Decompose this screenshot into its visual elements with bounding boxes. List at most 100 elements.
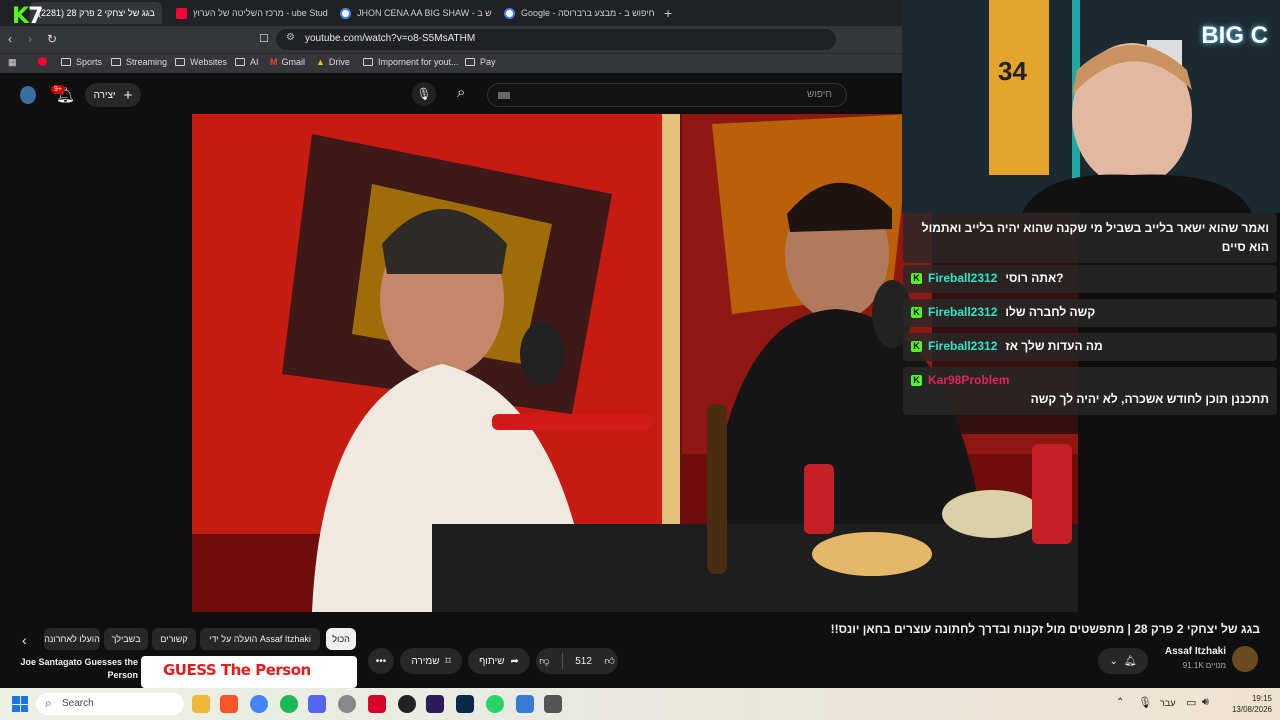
bookmark-ai[interactable]: AI — [235, 57, 259, 67]
like-icon[interactable]: 👍︎ — [604, 655, 614, 667]
windows-start-icon[interactable] — [12, 696, 28, 712]
chat-message: K Fireball2312 קשה לחברה שלו — [903, 299, 1277, 327]
settings-gear-icon[interactable] — [338, 695, 356, 713]
create-button[interactable]: יצירה + — [85, 83, 141, 107]
opera-icon[interactable] — [368, 695, 386, 713]
spotify-icon[interactable] — [280, 695, 298, 713]
google-icon — [504, 7, 515, 19]
premiere-icon[interactable] — [426, 695, 444, 713]
tab-title: Google - חיפוש ב - מבצע ברברוסה — [521, 8, 655, 18]
whatsapp-icon[interactable] — [486, 695, 504, 713]
chat-message: ואמר שהוא ישאר בלייב בשביל מי שקנה שהוא … — [903, 213, 1277, 263]
chat-username[interactable]: Kar98Problem — [928, 371, 1009, 390]
bookmark-pay[interactable]: Pay — [465, 57, 496, 67]
browser-tab[interactable]: Google - חיפוש ב - מבצע ברברוסה — [496, 2, 656, 24]
chat-text: אתה רוסי? — [1005, 271, 1064, 285]
more-actions-button[interactable]: ••• — [368, 648, 394, 674]
chip-all[interactable]: הכול — [326, 628, 356, 650]
kick-badge-icon: K — [911, 307, 922, 318]
microphone-icon[interactable]: 🎙︎ — [1138, 696, 1152, 709]
gmail-icon: M — [270, 57, 278, 67]
chevron-down-icon: ⌄ — [1109, 655, 1118, 667]
calculator-icon[interactable] — [544, 695, 562, 713]
chips-prev-icon[interactable]: ‹ — [22, 632, 27, 648]
notepad-icon[interactable] — [516, 695, 534, 713]
browser-tab-bar: (2281) בגג של יצחקי 2 פרק 28 ✕ מרכז השלי… — [0, 0, 902, 26]
bookmark-sports[interactable]: Sports — [61, 57, 102, 67]
notification-count-badge: 9+ — [51, 85, 65, 94]
chip-for-you[interactable]: בשבילך — [104, 628, 148, 650]
clock-time: 19:15 — [1251, 694, 1272, 703]
network-icon[interactable]: ▭ — [1186, 696, 1196, 709]
bookmark-label: AI — [250, 57, 259, 67]
clock[interactable]: 19:15 13/08/2026 — [1220, 693, 1272, 715]
search-icon[interactable]: ⌕ — [457, 84, 465, 101]
back-icon[interactable]: ‹ — [8, 32, 12, 46]
tab-title: JHON CENA AA BIG SHAW - חיפוש ב — [357, 8, 492, 18]
forward-icon[interactable]: › — [28, 32, 32, 46]
drive-icon: ▲ — [316, 57, 325, 67]
bookmark-drive[interactable]: ▲ Drive — [316, 57, 350, 67]
save-button[interactable]: שמירה ⌑ — [400, 648, 462, 674]
share-button[interactable]: שיתוף ➦ — [468, 648, 530, 674]
youtube-bookmark-icon[interactable] — [38, 57, 47, 66]
share-icon: ➦ — [510, 655, 519, 667]
reload-icon[interactable]: ↻ — [47, 32, 57, 46]
browser-tab[interactable]: מרכז השליטה של הערוץ - ube Studio — [168, 2, 328, 24]
taskbar-search-input[interactable]: ⌕ Search — [36, 693, 184, 715]
dislike-icon[interactable]: 👎︎ — [539, 655, 549, 667]
browser-tab[interactable]: JHON CENA AA BIG SHAW - חיפוש ב — [332, 2, 492, 24]
channel-name[interactable]: Assaf Itzhaki — [1150, 646, 1226, 657]
chrome-icon[interactable] — [250, 695, 268, 713]
bookmark-streaming[interactable]: Streaming — [111, 57, 167, 67]
chip-recent[interactable]: הועלו לאחרונה — [44, 628, 100, 650]
obs-icon[interactable] — [398, 695, 416, 713]
save-label: שמירה — [411, 655, 440, 667]
channel-avatar[interactable] — [1232, 646, 1258, 672]
discord-icon[interactable] — [308, 695, 326, 713]
url-field[interactable]: ⚙ youtube.com/watch?v=o8-S5MsATHM — [276, 29, 836, 50]
kick-badge-icon: K — [911, 375, 922, 386]
subscribe-notify-button[interactable]: ⌄ 🔔︎ — [1098, 648, 1148, 674]
photoshop-icon[interactable] — [456, 695, 474, 713]
apps-grid-icon[interactable]: ▦ — [8, 57, 17, 68]
bookmark-impornent[interactable]: Impornent for yout... — [363, 57, 459, 67]
chat-username[interactable]: Fireball2312 — [928, 303, 997, 322]
bookmark-gmail[interactable]: M Gmail — [270, 57, 305, 67]
folder-icon — [111, 58, 121, 66]
chevron-up-icon[interactable]: ⌃ — [1116, 697, 1124, 708]
chat-username[interactable]: Fireball2312 — [928, 337, 997, 356]
brave-browser-icon[interactable] — [220, 695, 238, 713]
file-explorer-icon[interactable] — [192, 695, 210, 713]
chat-username[interactable]: Fireball2312 — [928, 269, 997, 288]
chat-line: K Fireball2312 מה העדות שלך אז — [911, 337, 1269, 356]
new-tab-button[interactable]: + — [664, 5, 672, 21]
clock-date: 13/08/2026 — [1231, 705, 1272, 714]
chip-related[interactable]: קשורים — [152, 628, 196, 650]
tab-title: (2281) בגג של יצחקי 2 פרק 28 — [38, 8, 155, 18]
tab-title: מרכז השליטה של הערוץ - ube Studio — [193, 8, 328, 18]
side-video-thumbnail[interactable]: GUESS The Person — [141, 656, 357, 688]
bookmark-label: Pay — [480, 57, 496, 67]
language-indicator[interactable]: עבר — [1160, 698, 1175, 708]
bookmark-websites[interactable]: Websites — [175, 57, 227, 67]
chip-uploaded-by[interactable]: הועלה על ידי Assaf Itzhaki — [200, 628, 320, 650]
bookmark-label: Drive — [328, 57, 350, 67]
folder-icon — [465, 58, 475, 66]
search-input[interactable]: חיפוש — [487, 83, 847, 107]
taskbar-search-placeholder: Search — [62, 698, 94, 709]
google-icon — [340, 7, 351, 19]
volume-icon[interactable]: 🔊︎ — [1202, 696, 1209, 709]
create-label: יצירה — [93, 89, 116, 101]
like-dislike-group: 👎︎ 512 👍︎ — [536, 648, 618, 674]
side-video-title[interactable]: Joe Santagato Guesses the Person — [18, 656, 138, 682]
avatar[interactable] — [20, 86, 36, 104]
keyboard-icon[interactable] — [498, 92, 510, 99]
folder-icon — [61, 58, 71, 66]
microphone-icon[interactable]: 🎙︎ — [412, 82, 436, 106]
browser-tab-active[interactable]: (2281) בגג של יצחקי 2 פרק 28 ✕ — [30, 2, 162, 24]
folder-icon — [363, 58, 373, 66]
site-info-icon[interactable]: ⚙ — [286, 32, 295, 43]
bookmark-label: Gmail — [281, 57, 306, 67]
bookmark-icon[interactable]: ☐ — [259, 32, 269, 45]
